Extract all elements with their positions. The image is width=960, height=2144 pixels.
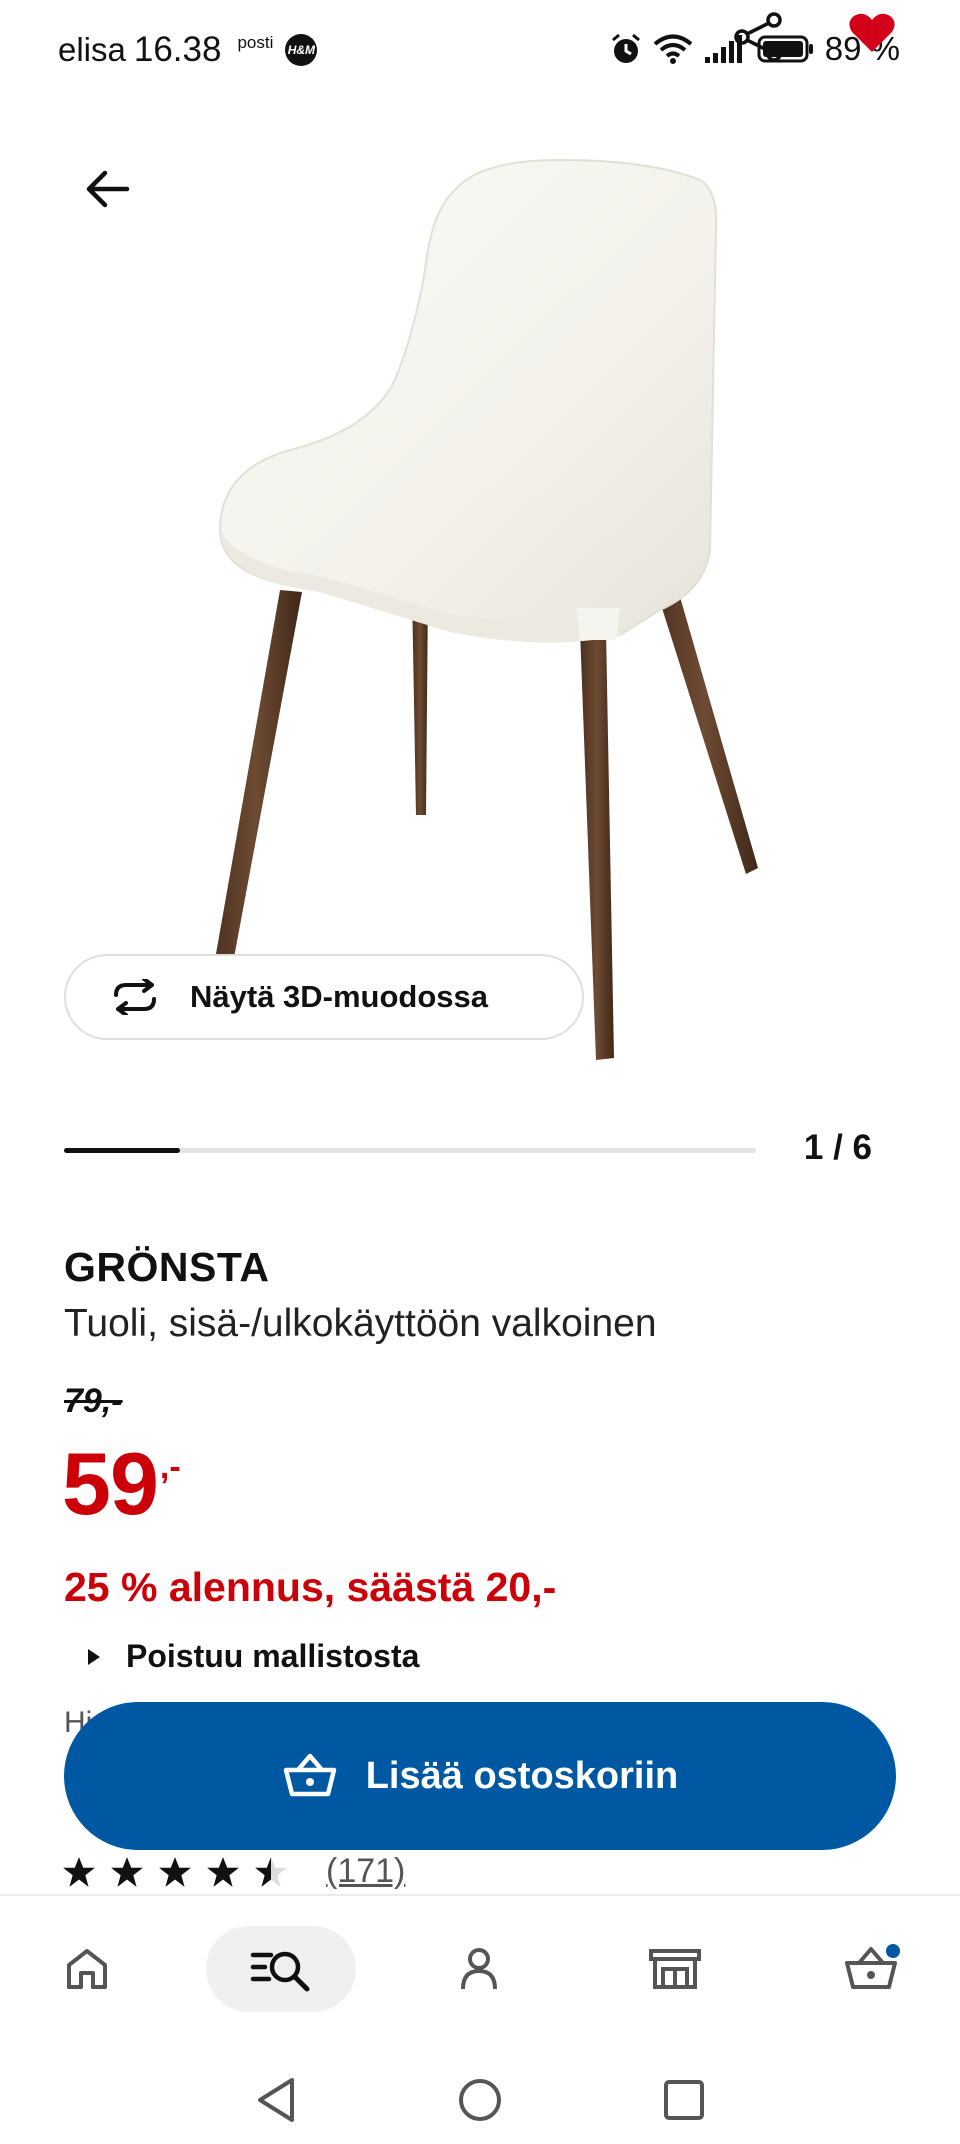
search-list-icon xyxy=(250,1951,310,1992)
share-icon xyxy=(734,12,782,62)
posti-notification-text: posti xyxy=(237,33,274,52)
status-bar-left: elisa 16.38 posti H&M xyxy=(58,30,318,70)
discontinued-disclosure[interactable]: Poistuu mallistosta xyxy=(88,1638,419,1675)
heart-icon xyxy=(849,13,895,52)
old-price: 79,- xyxy=(64,1382,123,1420)
alarm-icon xyxy=(611,33,640,63)
gallery-page-counter: 1 / 6 xyxy=(803,1128,872,1167)
profile-icon xyxy=(461,1948,497,1990)
system-back-button[interactable] xyxy=(246,2070,306,2130)
product-image xyxy=(210,158,758,1060)
star-icon xyxy=(255,1856,287,1887)
rotate-icon xyxy=(114,979,156,1015)
star-icon xyxy=(159,1856,191,1887)
status-bar: elisa 16.38 posti H&M 89 % xyxy=(0,0,960,110)
nav-home[interactable] xyxy=(12,1926,162,2012)
price-suffix: ,- xyxy=(159,1448,181,1486)
rating-stars xyxy=(62,1855,288,1889)
star-icon xyxy=(207,1856,239,1887)
add-to-cart-button[interactable]: Lisää ostoskoriin xyxy=(64,1702,896,1850)
back-button[interactable] xyxy=(72,154,142,224)
basket-icon xyxy=(283,1753,336,1797)
system-home-button[interactable] xyxy=(450,2070,510,2130)
nav-search[interactable] xyxy=(206,1926,356,2012)
gallery-progress-bar xyxy=(64,1148,756,1153)
star-icon xyxy=(63,1856,95,1887)
product-description: Tuoli, sisä-/ulkokäyttöön valkoinen xyxy=(64,1302,657,1345)
review-count[interactable]: (171) xyxy=(326,1852,405,1891)
product-image-gallery[interactable]: Näytä 3D-muodossa xyxy=(0,110,960,1110)
nav-profile[interactable] xyxy=(404,1926,554,2012)
caret-right-icon xyxy=(88,1648,100,1665)
wifi-icon xyxy=(653,34,693,64)
product-rating[interactable]: (171) xyxy=(62,1852,405,1891)
add-to-cart-label: Lisää ostoskoriin xyxy=(365,1754,679,1797)
home-icon xyxy=(67,1949,107,1989)
view-3d-label: Näytä 3D-muodossa xyxy=(190,979,489,1014)
gallery-progress-fill xyxy=(64,1148,180,1153)
cart-badge xyxy=(884,1942,902,1960)
star-icon xyxy=(111,1856,143,1887)
square-recents-icon xyxy=(664,2080,704,2120)
product-name: GRÖNSTA xyxy=(64,1244,270,1290)
arrow-left-icon xyxy=(86,170,130,208)
nav-stores[interactable] xyxy=(600,1926,750,2012)
discontinued-label: Poistuu mallistosta xyxy=(126,1638,420,1674)
price-amount: 59 xyxy=(62,1434,159,1533)
current-price: 59 ,- xyxy=(62,1434,181,1534)
nav-cart[interactable] xyxy=(796,1926,946,2012)
circle-home-icon xyxy=(459,2079,501,2121)
clock: 16.38 xyxy=(133,30,222,69)
bottom-navigation xyxy=(0,1894,960,2040)
system-navigation-bar xyxy=(0,2040,960,2144)
carrier-name: elisa xyxy=(58,31,126,68)
view-3d-button[interactable]: Näytä 3D-muodossa xyxy=(64,954,584,1040)
system-recents-button[interactable] xyxy=(654,2070,714,2130)
store-icon xyxy=(649,1949,701,1989)
triangle-back-icon xyxy=(258,2078,294,2122)
discount-text: 25 % alennus, säästä 20,- xyxy=(64,1564,557,1610)
hm-notification-icon: H&M xyxy=(285,34,318,66)
